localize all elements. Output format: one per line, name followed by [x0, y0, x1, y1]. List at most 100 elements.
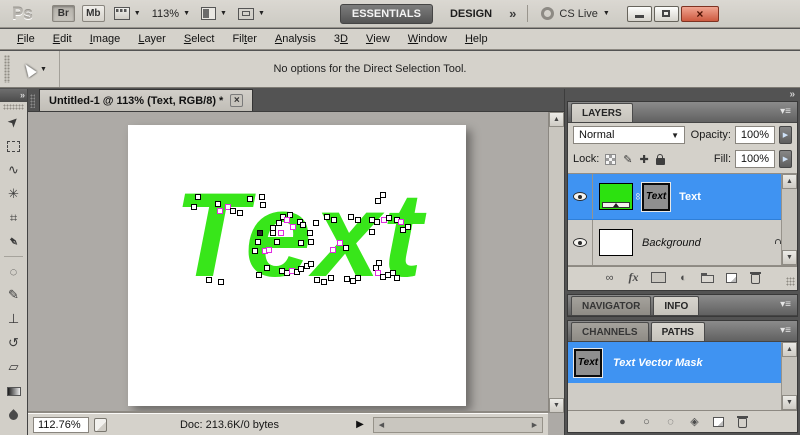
anchor-point[interactable] [252, 248, 258, 254]
anchor-point[interactable] [324, 214, 330, 220]
anchor-point[interactable] [343, 245, 349, 251]
layer-style-button[interactable]: fx [627, 270, 640, 285]
menu-analysis[interactable]: Analysis [266, 29, 325, 49]
anchor-point[interactable] [260, 202, 266, 208]
anchor-point[interactable] [380, 192, 386, 198]
panel-menu-icon[interactable]: ▾≡ [780, 299, 791, 310]
menu-edit[interactable]: Edit [44, 29, 81, 49]
anchor-point[interactable] [307, 230, 313, 236]
zoom-level-dropdown[interactable]: 113% ▼ [150, 8, 192, 20]
eraser-tool[interactable]: ▱ [0, 355, 27, 379]
menu-window[interactable]: Window [399, 29, 456, 49]
anchor-point[interactable] [355, 217, 361, 223]
launch-bridge-button[interactable]: Br [51, 5, 75, 22]
anchor-point-selected[interactable] [217, 208, 223, 214]
new-group-button[interactable] [701, 272, 714, 283]
fill-slider-button[interactable]: ▶ [779, 150, 792, 168]
scroll-down-icon[interactable]: ▼ [549, 398, 564, 413]
resize-grip-icon[interactable] [786, 277, 795, 286]
screen-mode-dropdown[interactable]: ▼ [236, 7, 267, 20]
clone-stamp-tool[interactable]: ⊥ [0, 307, 27, 331]
brush-tool[interactable]: ✎ [0, 283, 27, 307]
tab-channels[interactable]: CHANNELS [571, 322, 649, 341]
fill-input[interactable]: 100% [735, 150, 775, 168]
menu-image[interactable]: Image [81, 29, 130, 49]
anchor-point-selected[interactable] [398, 219, 404, 225]
menu-layer[interactable]: Layer [129, 29, 175, 49]
anchor-point[interactable] [321, 279, 327, 285]
lasso-tool[interactable]: ∿ [0, 158, 27, 182]
workspace-overflow-icon[interactable]: » [509, 6, 516, 21]
document-close-icon[interactable]: × [230, 94, 244, 107]
anchor-point[interactable] [394, 275, 400, 281]
path-thumbnail[interactable]: Text [573, 347, 603, 378]
anchor-point[interactable] [331, 217, 337, 223]
anchor-point[interactable] [314, 277, 320, 283]
vertical-scrollbar[interactable]: ▲ ▼ [548, 112, 564, 413]
scroll-up-icon[interactable]: ▲ [549, 112, 564, 127]
anchor-point[interactable] [247, 196, 253, 202]
scroll-up-icon[interactable]: ▲ [782, 342, 797, 357]
canvas[interactable]: Text [128, 125, 466, 406]
anchor-point[interactable] [328, 275, 334, 281]
menu-help[interactable]: Help [456, 29, 497, 49]
mask-link-icon[interactable]: ∞ [632, 193, 643, 200]
anchor-point[interactable] [259, 194, 265, 200]
visibility-toggle[interactable] [568, 220, 593, 265]
anchor-point[interactable] [255, 239, 261, 245]
anchor-point[interactable] [206, 277, 212, 283]
layer-name[interactable]: Text [679, 191, 701, 203]
launch-mini-bridge-button[interactable]: Mb [81, 5, 105, 22]
anchor-point[interactable] [375, 198, 381, 204]
anchor-point[interactable] [348, 214, 354, 220]
anchor-point[interactable] [374, 219, 380, 225]
status-flyout-button[interactable]: ▶ [352, 419, 368, 430]
add-layer-mask-button[interactable] [651, 272, 666, 283]
anchor-point-selected[interactable] [330, 247, 336, 253]
blur-tool[interactable] [0, 403, 27, 427]
tab-paths[interactable]: PATHS [650, 322, 705, 341]
fill-path-button[interactable]: ● [616, 416, 629, 428]
anchor-point[interactable] [270, 230, 276, 236]
anchor-point[interactable] [218, 279, 224, 285]
dock-collapse-button[interactable]: » [567, 89, 798, 101]
delete-path-button[interactable] [736, 415, 749, 428]
workspace-essentials-button[interactable]: ESSENTIALS [339, 3, 433, 24]
close-button[interactable]: × [680, 5, 719, 22]
layer-row-text[interactable]: ∞ Text Text [568, 174, 781, 220]
layer-thumbnail[interactable] [599, 183, 633, 210]
stroke-path-button[interactable]: ○ [640, 416, 653, 428]
paths-scrollbar[interactable]: ▲ ▼ [781, 342, 797, 410]
dodge-tool[interactable]: ◖ [0, 427, 27, 435]
lock-pixels-icon[interactable]: ✎ [623, 153, 632, 166]
rectangular-marquee-tool[interactable] [0, 134, 27, 158]
panel-menu-icon[interactable]: ▾≡ [780, 325, 791, 336]
document-tab[interactable]: Untitled-1 @ 113% (Text, RGB/8) * × [39, 89, 254, 111]
path-row[interactable]: Text Text Vector Mask [568, 342, 781, 383]
link-layers-button[interactable]: ∞ [603, 272, 616, 284]
scroll-down-icon[interactable]: ▼ [782, 395, 797, 410]
anchor-point[interactable] [274, 239, 280, 245]
menu-filter[interactable]: Fil t er [223, 29, 265, 49]
anchor-point-selected[interactable] [290, 224, 296, 230]
crop-tool[interactable]: ⌗ [0, 206, 27, 230]
path-name[interactable]: Text Vector Mask [613, 357, 703, 369]
layers-scrollbar[interactable]: ▲ ▼ [781, 174, 797, 265]
panel-menu-icon[interactable]: ▾≡ [780, 106, 791, 117]
workspace-design-button[interactable]: DESIGN [450, 8, 492, 20]
opacity-slider-button[interactable]: ▶ [779, 126, 792, 144]
menu-select[interactable]: Select [175, 29, 224, 49]
new-adjustment-layer-button[interactable]: ◐ [677, 272, 690, 284]
anchor-point[interactable] [230, 208, 236, 214]
anchor-point[interactable] [313, 220, 319, 226]
menu-3d[interactable]: 3D [325, 29, 357, 49]
anchor-point-selected[interactable] [284, 217, 290, 223]
new-layer-button[interactable] [725, 272, 738, 283]
lock-transparency-icon[interactable] [605, 153, 617, 165]
new-path-button[interactable] [712, 416, 725, 427]
healing-brush-tool[interactable]: ◌ [0, 259, 27, 283]
anchor-point[interactable] [298, 240, 304, 246]
anchor-point[interactable] [237, 210, 243, 216]
maximize-button[interactable] [653, 5, 679, 22]
anchor-point[interactable] [300, 222, 306, 228]
